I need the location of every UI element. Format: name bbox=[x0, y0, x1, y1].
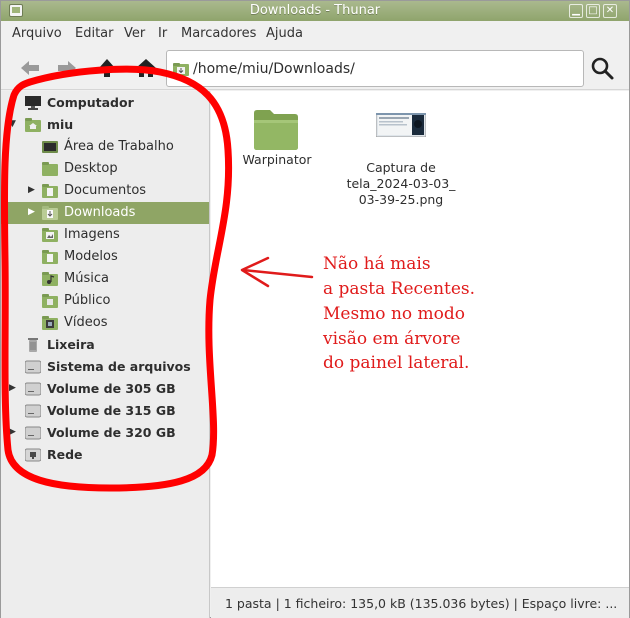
sidebar-item-videos[interactable]: Vídeos bbox=[1, 312, 209, 334]
sidebar-item-label: Modelos bbox=[64, 249, 118, 264]
computer-icon bbox=[25, 96, 41, 110]
title-bar[interactable]: Downloads - Thunar ▁ □ ✕ bbox=[1, 1, 629, 21]
menu-editar[interactable]: Editar bbox=[75, 26, 114, 41]
templates-folder-icon bbox=[42, 250, 58, 264]
music-folder-icon bbox=[42, 272, 58, 286]
file-view[interactable]: Warpinator Captura de tela_2024-03-03_ 0… bbox=[211, 91, 629, 587]
sidebar-item-label: Documentos bbox=[64, 183, 147, 198]
sidebar-item-label: Área de Trabalho bbox=[64, 139, 174, 154]
sidebar-item-desktop[interactable]: Desktop bbox=[1, 158, 209, 180]
drive-icon bbox=[25, 426, 41, 440]
location-bar[interactable]: /home/miu/Downloads/ bbox=[166, 50, 584, 87]
file-item-warpinator[interactable]: Warpinator bbox=[222, 99, 332, 169]
maximize-button[interactable]: □ bbox=[586, 4, 600, 18]
close-button[interactable]: ✕ bbox=[603, 4, 617, 18]
pictures-folder-icon bbox=[42, 228, 58, 242]
folder-download-icon bbox=[173, 63, 189, 76]
sidebar-item-volume-315[interactable]: Volume de 315 GB bbox=[1, 400, 209, 422]
collapsed-triangle-icon[interactable]: ▶ bbox=[28, 207, 38, 219]
expanded-triangle-icon[interactable]: ▼ bbox=[9, 119, 19, 131]
sidebar-item-label: Rede bbox=[47, 447, 83, 462]
sidebar-item-label: Volume de 305 GB bbox=[47, 381, 176, 396]
sidebar-item-label: Volume de 315 GB bbox=[47, 403, 176, 418]
sidebar-item-computador[interactable]: Computador bbox=[1, 92, 209, 114]
sidebar-item-volume-320[interactable]: ▶ Volume de 320 GB bbox=[1, 422, 209, 444]
collapsed-triangle-icon[interactable]: ▶ bbox=[9, 427, 19, 439]
search-icon bbox=[591, 57, 614, 80]
sidebar-item-sistema-de-arquivos[interactable]: Sistema de arquivos bbox=[1, 356, 209, 378]
file-name-line: tela_2024-03-03_ bbox=[346, 176, 456, 191]
sidebar-item-label: Downloads bbox=[64, 205, 136, 220]
public-folder-icon bbox=[42, 294, 58, 308]
sidebar-item-lixeira[interactable]: Lixeira bbox=[1, 334, 209, 356]
file-name-line: Captura de bbox=[366, 160, 436, 175]
trash-icon bbox=[28, 338, 38, 352]
arrow-right-icon bbox=[58, 61, 76, 75]
sidebar-item-label: Desktop bbox=[64, 161, 118, 176]
drive-icon bbox=[25, 360, 41, 374]
home-button[interactable] bbox=[133, 56, 159, 80]
minimize-button[interactable]: ▁ bbox=[569, 4, 583, 18]
status-text: 1 pasta | 1 ficheiro: 135,0 kB (135.036 … bbox=[225, 596, 618, 611]
folder-icon bbox=[42, 162, 58, 176]
sidebar-item-miu[interactable]: ▼ miu bbox=[1, 114, 209, 136]
sidebar-item-label: Música bbox=[64, 271, 109, 286]
sidebar-item-area-de-trabalho[interactable]: Área de Trabalho bbox=[1, 136, 209, 158]
collapsed-triangle-icon[interactable]: ▶ bbox=[28, 185, 38, 197]
toolbar: /home/miu/Downloads/ bbox=[1, 44, 629, 90]
network-icon bbox=[25, 448, 41, 462]
arrow-left-icon bbox=[21, 61, 39, 75]
search-button[interactable] bbox=[589, 55, 615, 81]
menu-marcadores[interactable]: Marcadores bbox=[181, 26, 256, 41]
home-folder-icon bbox=[25, 118, 41, 132]
thunar-window: Downloads - Thunar ▁ □ ✕ Arquivo Editar … bbox=[0, 0, 630, 618]
documents-folder-icon bbox=[42, 184, 58, 198]
sidebar-item-label: Lixeira bbox=[47, 337, 95, 352]
status-bar: 1 pasta | 1 ficheiro: 135,0 kB (135.036 … bbox=[211, 587, 629, 618]
videos-folder-icon bbox=[42, 316, 58, 330]
sidebar-item-imagens[interactable]: Imagens bbox=[1, 224, 209, 246]
sidebar-item-label: Sistema de arquivos bbox=[47, 359, 191, 374]
location-path: /home/miu/Downloads/ bbox=[193, 61, 355, 77]
home-icon bbox=[136, 59, 156, 77]
sidebar-item-label: Volume de 320 GB bbox=[47, 425, 176, 440]
sidebar-item-label: Imagens bbox=[64, 227, 120, 242]
sidebar-item-label: Vídeos bbox=[64, 315, 108, 330]
parent-folder-button[interactable] bbox=[94, 56, 120, 80]
image-thumbnail-icon bbox=[376, 113, 426, 137]
sidebar-item-publico[interactable]: Público bbox=[1, 290, 209, 312]
arrow-up-icon bbox=[99, 59, 115, 77]
downloads-folder-icon bbox=[42, 206, 58, 220]
menu-arquivo[interactable]: Arquivo bbox=[12, 26, 62, 41]
forward-button[interactable] bbox=[54, 56, 80, 80]
sidebar-item-volume-305[interactable]: ▶ Volume de 305 GB bbox=[1, 378, 209, 400]
sidebar-item-documentos[interactable]: ▶ Documentos bbox=[1, 180, 209, 202]
menu-ir[interactable]: Ir bbox=[158, 26, 167, 41]
drive-icon bbox=[25, 382, 41, 396]
file-name-line: 03-39-25.png bbox=[358, 192, 444, 207]
side-pane: Computador ▼ miu Área de Trabalho Deskto… bbox=[1, 91, 210, 618]
menu-ver[interactable]: Ver bbox=[124, 26, 145, 41]
sidebar-item-downloads[interactable]: ▶ Downloads bbox=[1, 202, 209, 224]
sidebar-item-label: Computador bbox=[47, 95, 134, 110]
menu-bar: Arquivo Editar Ver Ir Marcadores Ajuda bbox=[1, 22, 629, 44]
window-title: Downloads - Thunar bbox=[249, 3, 381, 18]
file-item-captura-de-tela[interactable]: Captura de tela_2024-03-03_ 03-39-25.png bbox=[346, 99, 456, 209]
sidebar-item-musica[interactable]: Música bbox=[1, 268, 209, 290]
menu-ajuda[interactable]: Ajuda bbox=[266, 26, 303, 41]
sidebar-item-label: miu bbox=[47, 117, 74, 132]
file-name: Warpinator bbox=[242, 152, 312, 167]
drive-icon bbox=[25, 404, 41, 418]
desktop-icon bbox=[42, 141, 58, 153]
back-button[interactable] bbox=[17, 56, 43, 80]
collapsed-triangle-icon[interactable]: ▶ bbox=[9, 383, 19, 395]
sidebar-item-label: Público bbox=[64, 293, 111, 308]
sidebar-item-rede[interactable]: Rede bbox=[1, 444, 209, 466]
sidebar-item-modelos[interactable]: Modelos bbox=[1, 246, 209, 268]
folder-icon bbox=[254, 110, 298, 150]
